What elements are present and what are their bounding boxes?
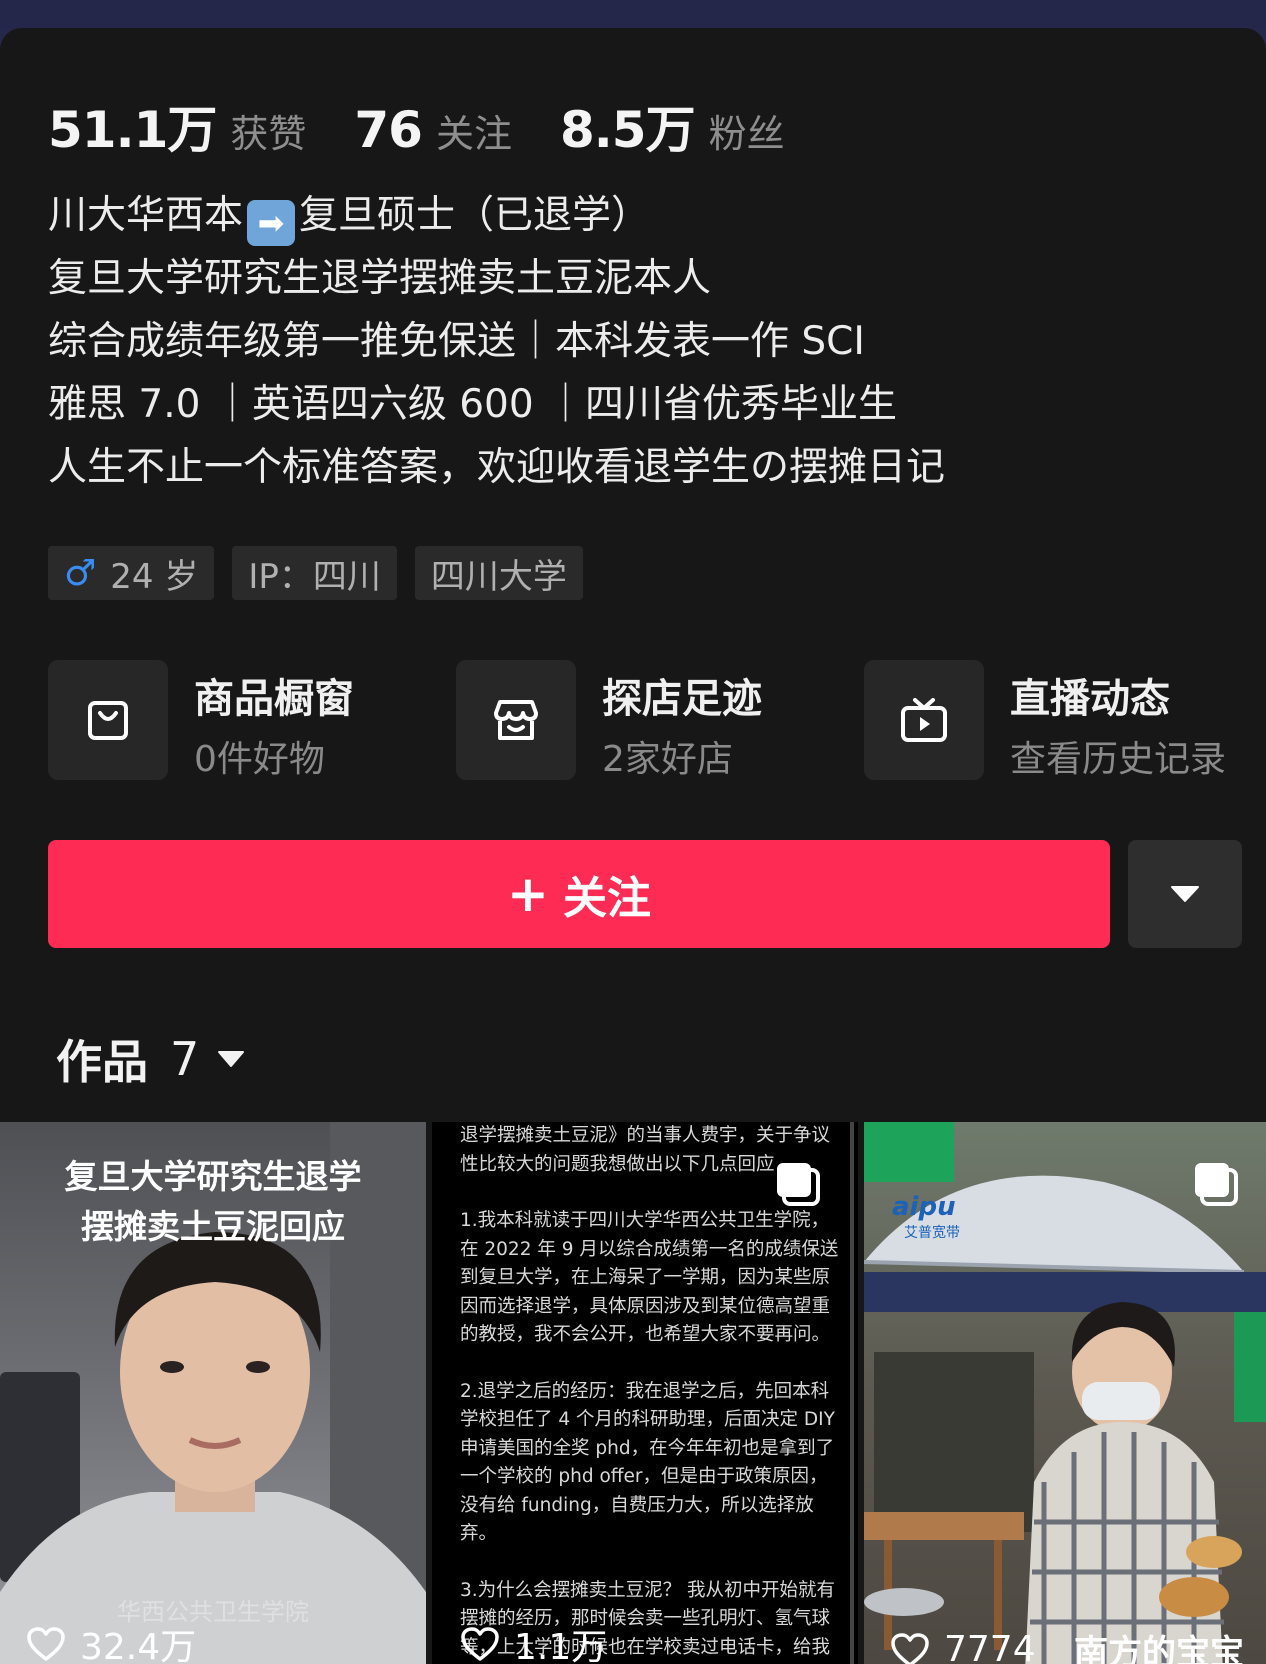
shopping-bag-icon bbox=[48, 660, 168, 780]
caret-down-icon bbox=[218, 1051, 245, 1067]
more-options-button[interactable] bbox=[1128, 840, 1242, 948]
video-2-likes: 1.1万 bbox=[460, 1618, 607, 1664]
follow-button[interactable]: + 关注 bbox=[48, 840, 1110, 948]
entry-live-history-title: 直播动态 bbox=[1010, 676, 1170, 722]
video-1-caption-line-2: 摆摊卖土豆泥回应 bbox=[81, 1207, 345, 1246]
entry-live-history-sub: 查看历史记录 bbox=[1010, 739, 1227, 780]
profile-tags: ♂ 24 岁 IP：四川 四川大学 bbox=[48, 546, 601, 600]
arrow-glyph: ➡ bbox=[257, 204, 285, 242]
entry-shop-window-sub: 0件好物 bbox=[194, 739, 325, 780]
school-tag[interactable]: 四川大学 bbox=[414, 546, 583, 600]
works-count: 7 bbox=[170, 1032, 200, 1086]
heart-icon bbox=[27, 1627, 65, 1661]
bio-line-1-end: 复旦硕士（已退学） bbox=[299, 193, 651, 238]
profile-bio: 川大华西本 ➡ 复旦硕士（已退学） 复旦大学研究生退学摆摊卖土豆泥本人 综合成绩年级… bbox=[48, 184, 1228, 499]
shop-icon bbox=[456, 660, 576, 780]
entry-shop-window-title: 商品橱窗 bbox=[194, 676, 354, 722]
works-label: 作品 bbox=[56, 1035, 148, 1089]
video-thumbnail-3[interactable]: aipu 艾普宽带 7774 南方的宝宝 bbox=[864, 1122, 1266, 1664]
plus-icon: + bbox=[507, 865, 549, 923]
tv-play-icon bbox=[864, 660, 984, 780]
stat-followers-label: 粉丝 bbox=[708, 112, 785, 156]
bio-line-4: 雅思 7.0 ｜英语四六级 600 ｜四川省优秀毕业生 bbox=[48, 382, 898, 427]
image-set-icon bbox=[777, 1163, 820, 1206]
stat-followers-value: 8.5万 bbox=[560, 101, 696, 159]
entry-store-visits[interactable]: 探店足迹 2家好店 bbox=[456, 660, 816, 780]
doc-paragraph-2: 1.我本科就读于四川大学华西公共卫生学院，在 2022 年 9 月以综合成绩第一… bbox=[460, 1210, 839, 1345]
entry-shop-window[interactable]: 商品橱窗 0件好物 bbox=[48, 660, 408, 780]
bio-line-1: 川大华西本 ➡ 复旦硕士（已退学） bbox=[48, 184, 1228, 247]
age-text: 24 岁 bbox=[110, 556, 199, 597]
caret-down-icon bbox=[1171, 886, 1199, 902]
video-2-scrollbar bbox=[850, 1122, 854, 1664]
video-thumbnail-1[interactable]: 复旦大学研究生退学 摆摊卖土豆泥回应 华西公共卫生学院 32.4万 bbox=[0, 1122, 426, 1664]
profile-entries: 商品橱窗 0件好物 探店足迹 2家好店 直播动态 查看历史记录 bbox=[48, 660, 1238, 780]
bio-line-1-start: 川大华西本 bbox=[48, 193, 244, 238]
doc-paragraph-3: 2.退学之后的经历：我在退学之后，先回本科学校担任了 4 个月的科研助理，后面决… bbox=[460, 1380, 835, 1545]
video-1-caption-line-1: 复旦大学研究生退学 bbox=[64, 1157, 362, 1196]
stat-following-label: 关注 bbox=[435, 112, 512, 156]
arrow-right-icon: ➡ bbox=[247, 200, 296, 246]
video-3-likes: 7774 bbox=[890, 1629, 1036, 1664]
video-grid: 复旦大学研究生退学 摆摊卖土豆泥回应 华西公共卫生学院 32.4万 退学摆摊卖土… bbox=[0, 1122, 1266, 1664]
umbrella-brand-sub: 艾普宽带 bbox=[904, 1225, 960, 1241]
tab-works[interactable]: 作品 7 bbox=[56, 1026, 245, 1092]
entry-store-visits-title: 探店足迹 bbox=[602, 676, 762, 722]
top-strip bbox=[0, 0, 1266, 30]
stat-likes-value: 51.1万 bbox=[48, 101, 217, 159]
entry-live-history[interactable]: 直播动态 查看历史记录 bbox=[864, 660, 1238, 780]
video-1-caption: 复旦大学研究生退学 摆摊卖土豆泥回应 bbox=[0, 1152, 426, 1252]
stat-following[interactable]: 76 关注 bbox=[354, 101, 512, 159]
video-1-likes: 32.4万 bbox=[26, 1618, 196, 1664]
umbrella-brand: aipu bbox=[892, 1192, 956, 1222]
bio-line-2: 复旦大学研究生退学摆摊卖土豆泥本人 bbox=[48, 256, 712, 301]
stat-likes-label: 获赞 bbox=[230, 112, 307, 156]
video-3-like-count: 7774 bbox=[944, 1629, 1036, 1664]
stat-following-value: 76 bbox=[354, 101, 423, 159]
image-set-icon bbox=[1195, 1163, 1238, 1206]
video-thumbnail-2[interactable]: 退学摆摊卖土豆泥》的当事人费宇，关于争议性比较大的问题我想做出以下几点回应 1.… bbox=[432, 1122, 858, 1664]
follow-button-label: 关注 bbox=[562, 873, 651, 924]
stat-likes[interactable]: 51.1万 获赞 bbox=[48, 90, 306, 162]
profile-stats: 51.1万 获赞 76 关注 8.5万 粉丝 bbox=[48, 90, 833, 162]
heart-icon bbox=[461, 1627, 499, 1661]
video-2-like-count: 1.1万 bbox=[514, 1627, 608, 1664]
profile-card: 51.1万 获赞 76 关注 8.5万 粉丝 川大华西本 ➡ 复旦硕士（已退学） 复… bbox=[0, 28, 1266, 1664]
bio-line-3: 综合成绩年级第一推免保送｜本科发表一作 SCI bbox=[48, 319, 865, 364]
watermark-author: 南方的宝宝 bbox=[1074, 1633, 1244, 1664]
video-1-like-count: 32.4万 bbox=[80, 1627, 197, 1664]
bio-line-5: 人生不止一个标准答案，欢迎收看退学生の摆摊日记 bbox=[48, 445, 946, 490]
heart-icon bbox=[891, 1632, 929, 1664]
stat-followers[interactable]: 8.5万 粉丝 bbox=[560, 90, 785, 162]
entry-store-visits-sub: 2家好店 bbox=[602, 739, 733, 780]
age-tag: ♂ 24 岁 bbox=[48, 546, 215, 600]
male-icon: ♂ bbox=[64, 552, 97, 594]
ip-tag: IP：四川 bbox=[232, 546, 397, 600]
